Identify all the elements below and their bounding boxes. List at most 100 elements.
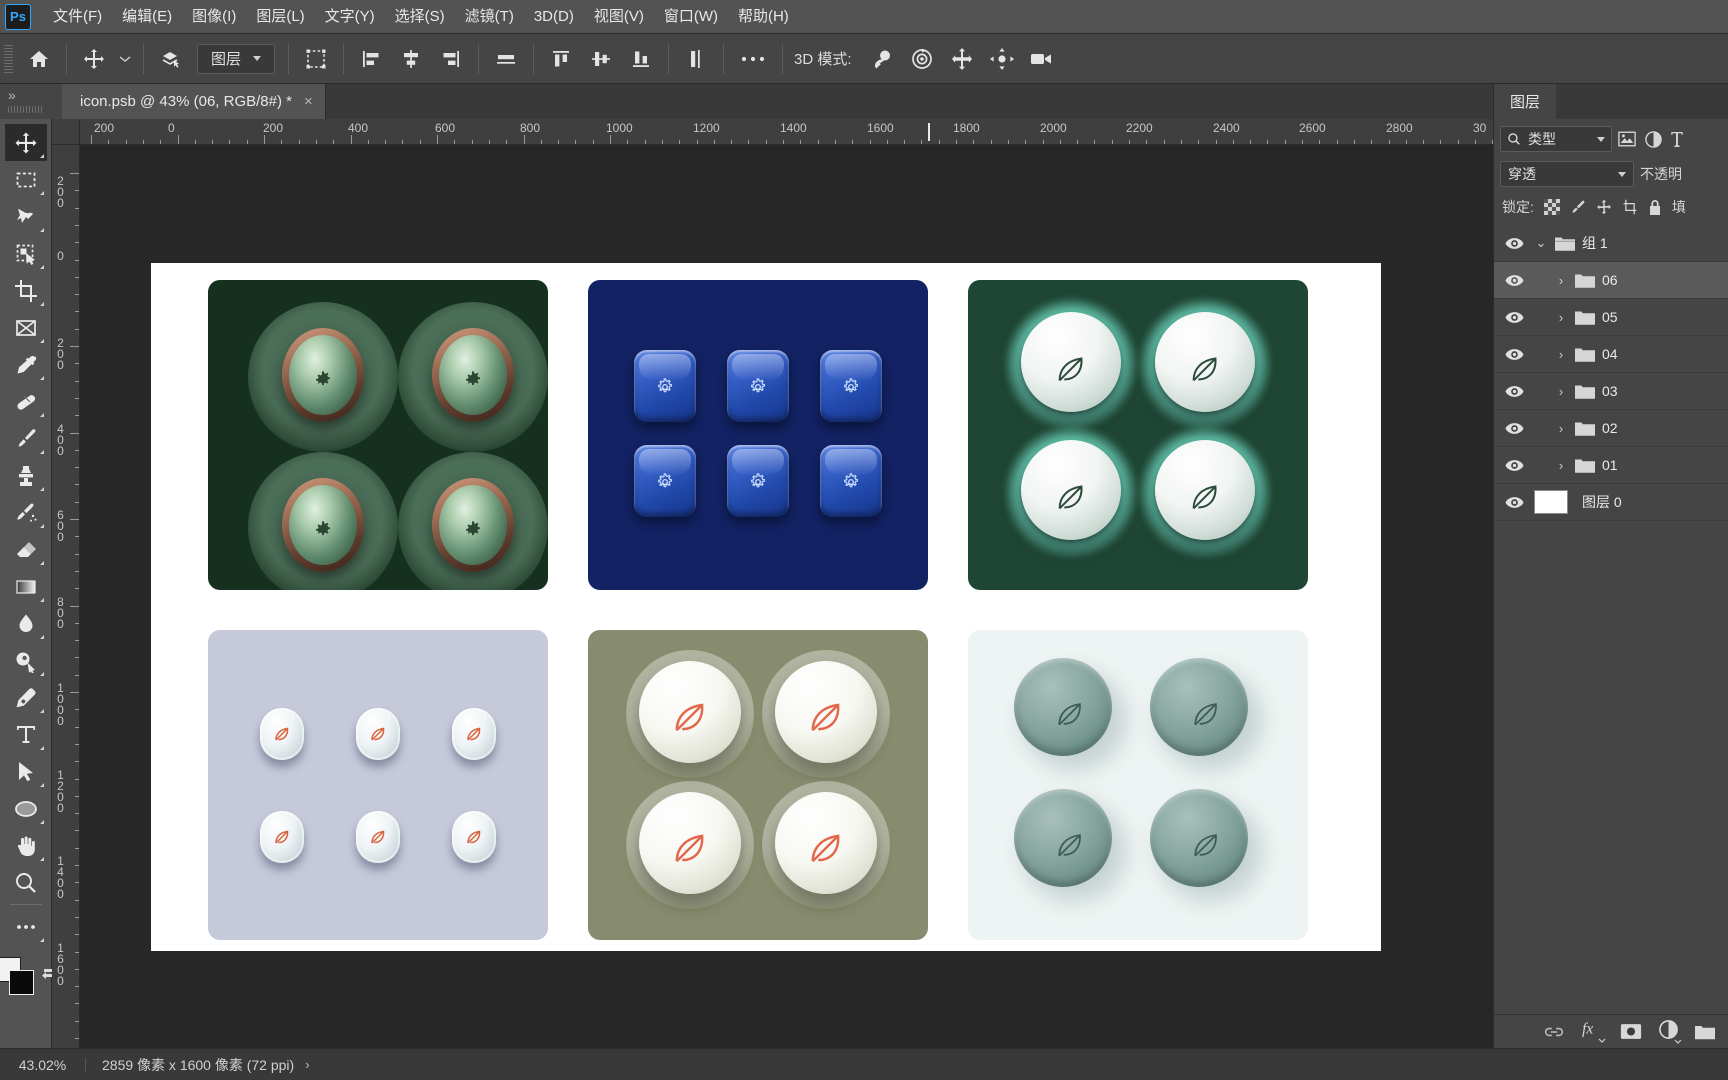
3d-roll-button[interactable] xyxy=(902,39,942,79)
pixel-layer-filter-icon[interactable] xyxy=(1618,131,1636,147)
menu-file[interactable]: 文件(F) xyxy=(43,5,112,28)
layer-style-fx-button[interactable]: fx xyxy=(1581,1020,1606,1043)
ellipse-tool[interactable] xyxy=(5,790,47,827)
layer-visibility-toggle[interactable] xyxy=(1494,311,1534,324)
metal-knob-icon[interactable] xyxy=(398,302,548,452)
layers-list[interactable]: ⌄ 组 1 › 06 › 05 › 04 › 03 › 02 › 01 图层 0 xyxy=(1494,225,1728,1014)
zoom-tool[interactable] xyxy=(5,864,47,901)
menu-image[interactable]: 图像(I) xyxy=(182,5,246,28)
glow-circle-icon[interactable] xyxy=(1137,296,1273,432)
lock-image-pixels-icon[interactable] xyxy=(1570,199,1586,215)
capsule-icon[interactable] xyxy=(452,707,496,760)
layer-row-05[interactable]: › 05 xyxy=(1494,299,1728,336)
healing-brush-tool[interactable] xyxy=(5,383,47,420)
frame-tool[interactable] xyxy=(5,309,47,346)
align-bottom-edges-button[interactable] xyxy=(621,39,661,79)
align-left-edges-button[interactable] xyxy=(351,39,391,79)
chevron-right-icon[interactable]: › xyxy=(1554,458,1568,473)
layer-main[interactable]: › 05 xyxy=(1534,299,1728,335)
lasso-tool[interactable] xyxy=(5,198,47,235)
eraser-tool[interactable] xyxy=(5,531,47,568)
crop-tool[interactable] xyxy=(5,272,47,309)
olive-circle-icon[interactable] xyxy=(762,649,890,778)
icon-set-dark-green-metal[interactable] xyxy=(208,280,548,590)
align-horizontal-centers-button[interactable] xyxy=(391,39,431,79)
horizontal-ruler[interactable]: 200 0 200 400 600 800 1000 1200 1400 1600 1800 2000… xyxy=(80,119,1493,145)
icon-set-lavender-capsule[interactable] xyxy=(208,630,548,940)
layer-visibility-toggle[interactable] xyxy=(1494,459,1534,472)
object-selection-tool[interactable] xyxy=(5,235,47,272)
move-tool-dropdown[interactable] xyxy=(114,39,136,79)
adjustment-layer-filter-icon[interactable] xyxy=(1645,130,1662,148)
layer-main[interactable]: › 03 xyxy=(1534,373,1728,409)
align-right-edges-button[interactable] xyxy=(431,39,471,79)
menu-type[interactable]: 文字(Y) xyxy=(315,5,385,28)
blur-tool[interactable] xyxy=(5,605,47,642)
link-layers-icon[interactable] xyxy=(1544,1025,1564,1039)
menu-filter[interactable]: 滤镜(T) xyxy=(455,5,524,28)
layer-row-04[interactable]: › 04 xyxy=(1494,336,1728,373)
layer-main[interactable]: › 02 xyxy=(1534,410,1728,446)
layer-row-layer-0[interactable]: 图层 0 xyxy=(1494,484,1728,521)
layer-visibility-toggle[interactable] xyxy=(1494,422,1534,435)
document-tab-icon-psb[interactable]: icon.psb @ 43% (06, RGB/8#) * × xyxy=(62,84,326,119)
menu-select[interactable]: 选择(S) xyxy=(385,5,455,28)
more-options-button[interactable] xyxy=(731,39,775,79)
edit-toolbar-button[interactable] xyxy=(5,908,47,945)
auto-select-button[interactable] xyxy=(151,39,191,79)
metal-knob-icon[interactable] xyxy=(248,452,398,590)
sage-circle-icon[interactable] xyxy=(1008,652,1132,776)
metal-knob-icon[interactable] xyxy=(248,302,398,452)
transform-controls-button[interactable] xyxy=(296,39,336,79)
clone-stamp-tool[interactable] xyxy=(5,457,47,494)
layer-main[interactable]: ⌄ 组 1 xyxy=(1534,225,1728,261)
glow-circle-icon[interactable] xyxy=(1003,296,1139,432)
3d-camera-button[interactable] xyxy=(1022,39,1062,79)
layer-row-01[interactable]: › 01 xyxy=(1494,447,1728,484)
layer-thumbnail[interactable] xyxy=(1534,490,1568,514)
glow-circle-icon[interactable] xyxy=(1003,424,1139,560)
align-vertical-centers-button[interactable] xyxy=(581,39,621,79)
lock-artboard-nesting-icon[interactable] xyxy=(1622,199,1638,215)
menu-layer[interactable]: 图层(L) xyxy=(246,5,314,28)
layer-visibility-toggle[interactable] xyxy=(1494,385,1534,398)
artboard[interactable] xyxy=(151,263,1381,951)
path-selection-tool[interactable] xyxy=(5,753,47,790)
move-tool[interactable] xyxy=(4,124,47,161)
distribute-horizontal-button[interactable] xyxy=(486,39,526,79)
tab-layers[interactable]: 图层 xyxy=(1494,84,1557,119)
layer-row-06[interactable]: › 06 xyxy=(1494,262,1728,299)
glass-square-icon[interactable] xyxy=(633,444,696,517)
layer-row-03[interactable]: › 03 xyxy=(1494,373,1728,410)
sage-circle-icon[interactable] xyxy=(1008,783,1132,907)
chevron-down-icon[interactable]: ⌄ xyxy=(1534,235,1548,251)
align-top-edges-button[interactable] xyxy=(541,39,581,79)
sage-circle-icon[interactable] xyxy=(1144,652,1268,776)
lock-all-icon[interactable] xyxy=(1648,199,1662,216)
menu-window[interactable]: 窗口(W) xyxy=(654,5,728,28)
menu-view[interactable]: 视图(V) xyxy=(584,5,654,28)
layer-main[interactable]: › 06 xyxy=(1534,262,1728,298)
capsule-icon[interactable] xyxy=(356,810,400,863)
close-icon[interactable]: × xyxy=(304,93,313,110)
add-layer-mask-icon[interactable] xyxy=(1620,1023,1642,1040)
color-swatches[interactable] xyxy=(0,955,36,997)
layer-main[interactable]: › 01 xyxy=(1534,447,1728,483)
home-button[interactable] xyxy=(19,39,59,79)
auto-select-target-select[interactable]: 图层 xyxy=(197,43,275,74)
olive-circle-icon[interactable] xyxy=(762,780,890,909)
vertical-ruler[interactable]: 20002004006008001000120014001600 xyxy=(52,145,80,1048)
layer-visibility-toggle[interactable] xyxy=(1494,496,1534,509)
new-group-icon[interactable] xyxy=(1695,1023,1715,1040)
capsule-icon[interactable] xyxy=(356,707,400,760)
3d-orbit-button[interactable] xyxy=(862,39,902,79)
chevron-right-icon[interactable]: › xyxy=(1554,347,1568,362)
menu-edit[interactable]: 编辑(E) xyxy=(112,5,182,28)
history-brush-tool[interactable] xyxy=(5,494,47,531)
distribute-vertical-button[interactable] xyxy=(676,39,716,79)
menu-help[interactable]: 帮助(H) xyxy=(728,5,799,28)
layer-visibility-toggle[interactable] xyxy=(1494,348,1534,361)
3d-slide-button[interactable] xyxy=(982,39,1022,79)
canvas-area[interactable] xyxy=(80,145,1493,1048)
glass-square-icon[interactable] xyxy=(633,349,696,422)
